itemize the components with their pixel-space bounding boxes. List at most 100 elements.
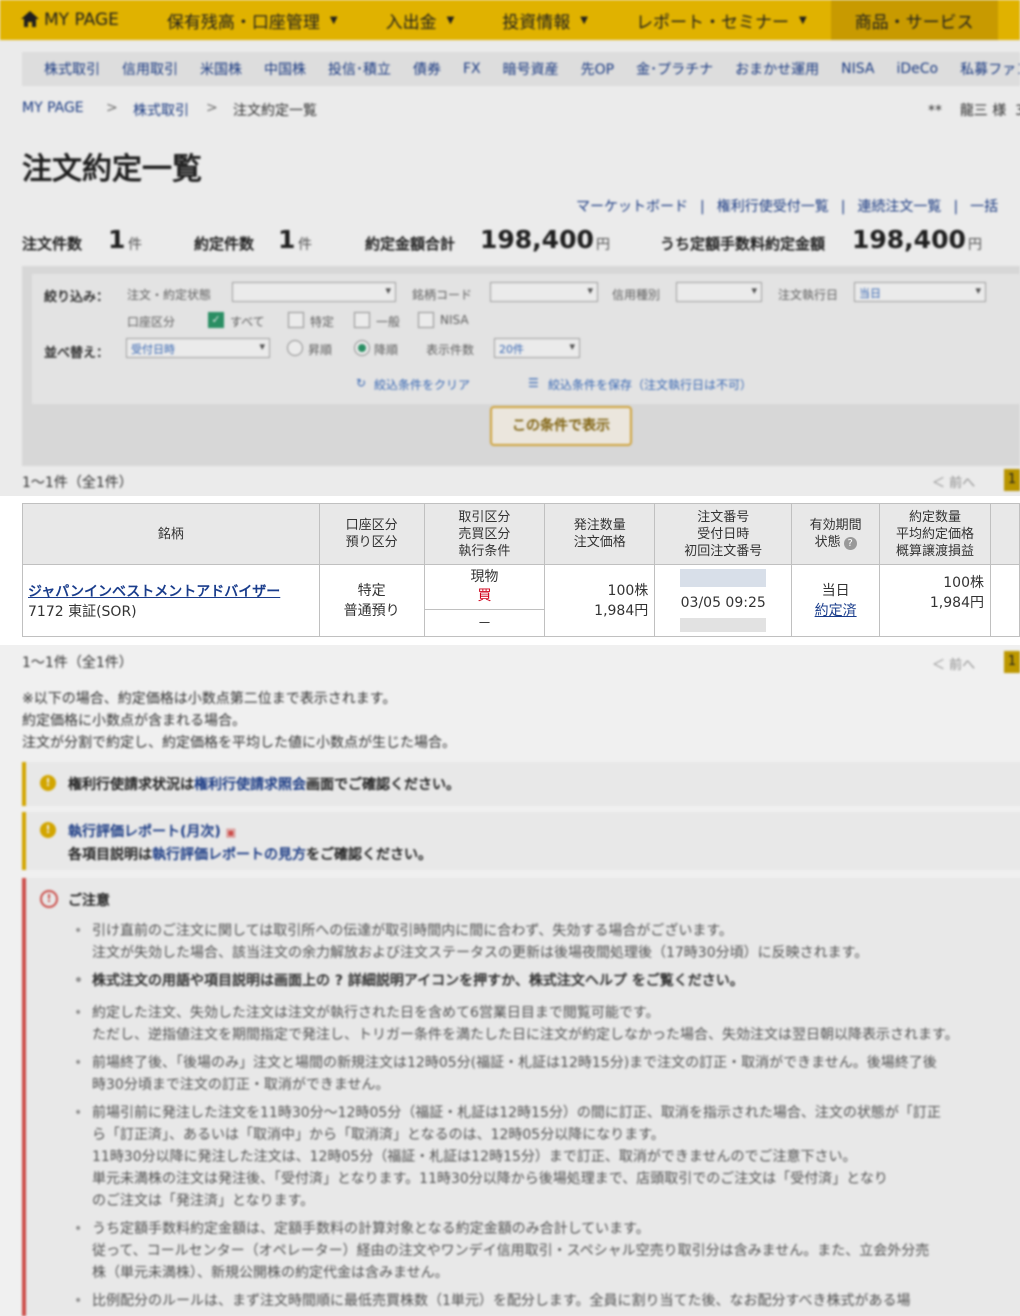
breadcrumb-stock[interactable]: 株式取引 [133, 100, 189, 120]
page-size-label: 表示件数 [426, 343, 475, 357]
warning-icon: ! [40, 890, 58, 908]
caution-item-cont: 従って、コールセンター（オペレーター）経由の注文やワンデイ信用取引・スペシャル空… [92, 1243, 930, 1259]
acc-general-checkbox[interactable] [354, 312, 370, 328]
orders-count-label: 注文件数 [22, 235, 83, 253]
account-type: 特定 [357, 582, 386, 599]
orders-count-unit: 件 [128, 237, 142, 253]
caution-item: 前場引前に発注した注文を11時30分〜12時05分（福証・札証は12時15分）の… [74, 1102, 941, 1124]
caret-down-icon: ▼ [329, 14, 338, 26]
current-page: 1 [1004, 469, 1020, 491]
global-nav: MY PAGE 保有残高・口座管理 ▼ 入出金 ▼ 投資情報 ▼ レポート・セミナー ▼… [0, 0, 1020, 40]
fixed-fee-unit: 円 [968, 237, 982, 253]
status-link[interactable]: 約定済 [815, 603, 857, 619]
subnav-item[interactable]: 投信･積立 [328, 59, 391, 79]
header-label: 口座区分 [345, 518, 398, 533]
nav-deposit[interactable]: 入出金 ▼ [362, 0, 479, 40]
status-select[interactable] [232, 282, 396, 302]
subnav-item[interactable]: おまかせ運用 [735, 59, 819, 79]
subnav-item[interactable]: 株式取引 [44, 59, 100, 79]
subnav-item[interactable]: 中国株 [264, 59, 306, 79]
header-label: 注文番号 [697, 509, 750, 525]
subnav-item[interactable]: 米国株 [200, 59, 242, 79]
chain-order-link[interactable]: 連続注文一覧 [857, 199, 941, 215]
cell-stock: ジャパンインベストメントアドバイザー 7172 東証(SOR) [22, 564, 320, 637]
exec-date-select[interactable]: 当日 [854, 282, 986, 302]
subnav-item[interactable]: NISA [841, 61, 874, 77]
acc-nisa-checkbox[interactable] [418, 312, 434, 328]
custody-type: 普通預り [343, 602, 400, 619]
current-page-bottom: 1 [1004, 651, 1020, 673]
subnav-item[interactable]: 私募ファンド [960, 59, 1020, 79]
checkbox-checked-icon[interactable]: ✓ [208, 312, 224, 328]
rights-list-link[interactable]: 権利行使受付一覧 [717, 199, 829, 215]
order-price: 1,984円 [594, 602, 649, 619]
subnav-item[interactable]: 先OP [581, 59, 614, 79]
nav-report[interactable]: レポート・セミナー ▼ [612, 0, 831, 40]
subnav-item[interactable]: 暗号資産 [503, 59, 559, 79]
caution-item-cont: 時30分頃まで注文の訂正・取消ができません。 [92, 1077, 390, 1093]
subnav-item[interactable]: FX [463, 61, 481, 77]
user-greeting: ** 龍三 様 3 [928, 100, 1020, 120]
user-trail: 3 [1015, 103, 1020, 119]
sort-asc-radio[interactable] [287, 340, 303, 356]
caret-down-icon: ▼ [580, 14, 588, 26]
header-label: 平均約定価格 [896, 526, 975, 542]
acc-all-label: すべて [230, 315, 265, 329]
caution-item-cont: のご注文は「発注済」となります。 [92, 1193, 315, 1209]
save-filter-link[interactable]: 絞込条件を保存（注文執行日は不可） [548, 376, 752, 393]
info-text: をご確認ください。 [306, 847, 432, 863]
prev-page-link-bottom[interactable]: ＜ 前へ [932, 654, 975, 673]
header-label: 執行条件 [458, 543, 511, 559]
report-guide-link[interactable]: 執行評価レポートの見方 [152, 847, 306, 863]
table-row: ジャパンインベストメントアドバイザー 7172 東証(SOR) 特定 普通預り … [22, 564, 1020, 637]
subnav-item[interactable]: 金･プラチナ [636, 59, 713, 79]
order-summary: 注文件数 1 件 約定件数 1 件 約定金額合計 198,400 円 うち定額手… [22, 225, 1020, 259]
nav-mypage[interactable]: MY PAGE [0, 0, 143, 40]
rights-inquiry-link[interactable]: 権利行使請求照会 [194, 777, 306, 793]
subnav-item[interactable]: iDeCo [896, 61, 938, 77]
clear-filter-link[interactable]: 絞込条件をクリア [374, 376, 470, 393]
nav-info-label: 投資情報 [502, 12, 571, 33]
header-validity: 有効期間 状態? [791, 503, 881, 565]
help-icon[interactable]: ? [843, 537, 857, 550]
status-label: 注文・約定状態 [127, 288, 212, 302]
subnav-item[interactable]: 債券 [413, 59, 441, 79]
sort-desc-label: 降順 [374, 343, 399, 357]
cell-trade: 現物 買 [423, 564, 546, 610]
cell-order: 03/05 09:25 [654, 564, 793, 637]
margin-type-select[interactable] [676, 282, 762, 302]
sort-desc-radio[interactable] [354, 340, 370, 356]
fixed-fee-label: うち定額手数料約定金額 [660, 235, 826, 253]
header-label: 注文価格 [573, 535, 626, 550]
trade-type: 現物 [470, 569, 499, 585]
exec-date-label: 注文執行日 [778, 288, 839, 302]
header-stock-label: 銘柄 [157, 526, 184, 542]
exec-total-unit: 円 [596, 237, 610, 253]
breadcrumb-home[interactable]: MY PAGE [22, 100, 84, 116]
order-quantity: 100株 [607, 582, 649, 599]
stock-name-link[interactable]: ジャパンインベストメントアドバイザー [28, 584, 280, 600]
margin-type-label: 信用種別 [612, 288, 661, 302]
header-order: 注文番号 受付日時 初回注文番号 [654, 503, 793, 565]
cell-account: 特定 普通預り [318, 564, 425, 637]
nav-products[interactable]: 商品・サービス [830, 0, 998, 40]
filter-label: 絞り込み： [44, 290, 110, 305]
nav-info[interactable]: 投資情報 ▼ [478, 0, 612, 40]
stock-code: 7172 東証(SOR) [28, 603, 137, 620]
account-type-label: 口座区分 [127, 315, 176, 329]
exec-report-link[interactable]: 執行評価レポート(月次) [68, 824, 221, 840]
nav-report-label: レポート・セミナー [635, 12, 789, 33]
acc-specific-checkbox[interactable] [288, 312, 304, 328]
apply-filter-button[interactable]: この条件で表示 [490, 406, 632, 446]
page-size-select[interactable]: 20件 [494, 338, 580, 358]
header-label: 状態 [814, 535, 841, 550]
prev-page-link[interactable]: ＜ 前へ [932, 472, 975, 491]
nav-holdings[interactable]: 保有残高・口座管理 ▼ [143, 0, 362, 40]
bulk-link[interactable]: 一括 [970, 199, 998, 215]
cell-execution: 100株 1,984円 [879, 564, 991, 637]
sort-select[interactable]: 受付日時 [126, 338, 270, 358]
code-input[interactable] [490, 282, 598, 302]
market-board-link[interactable]: マーケットボード [576, 199, 688, 215]
user-name: 龍三 様 [959, 103, 1007, 119]
subnav-item[interactable]: 信用取引 [122, 59, 178, 79]
